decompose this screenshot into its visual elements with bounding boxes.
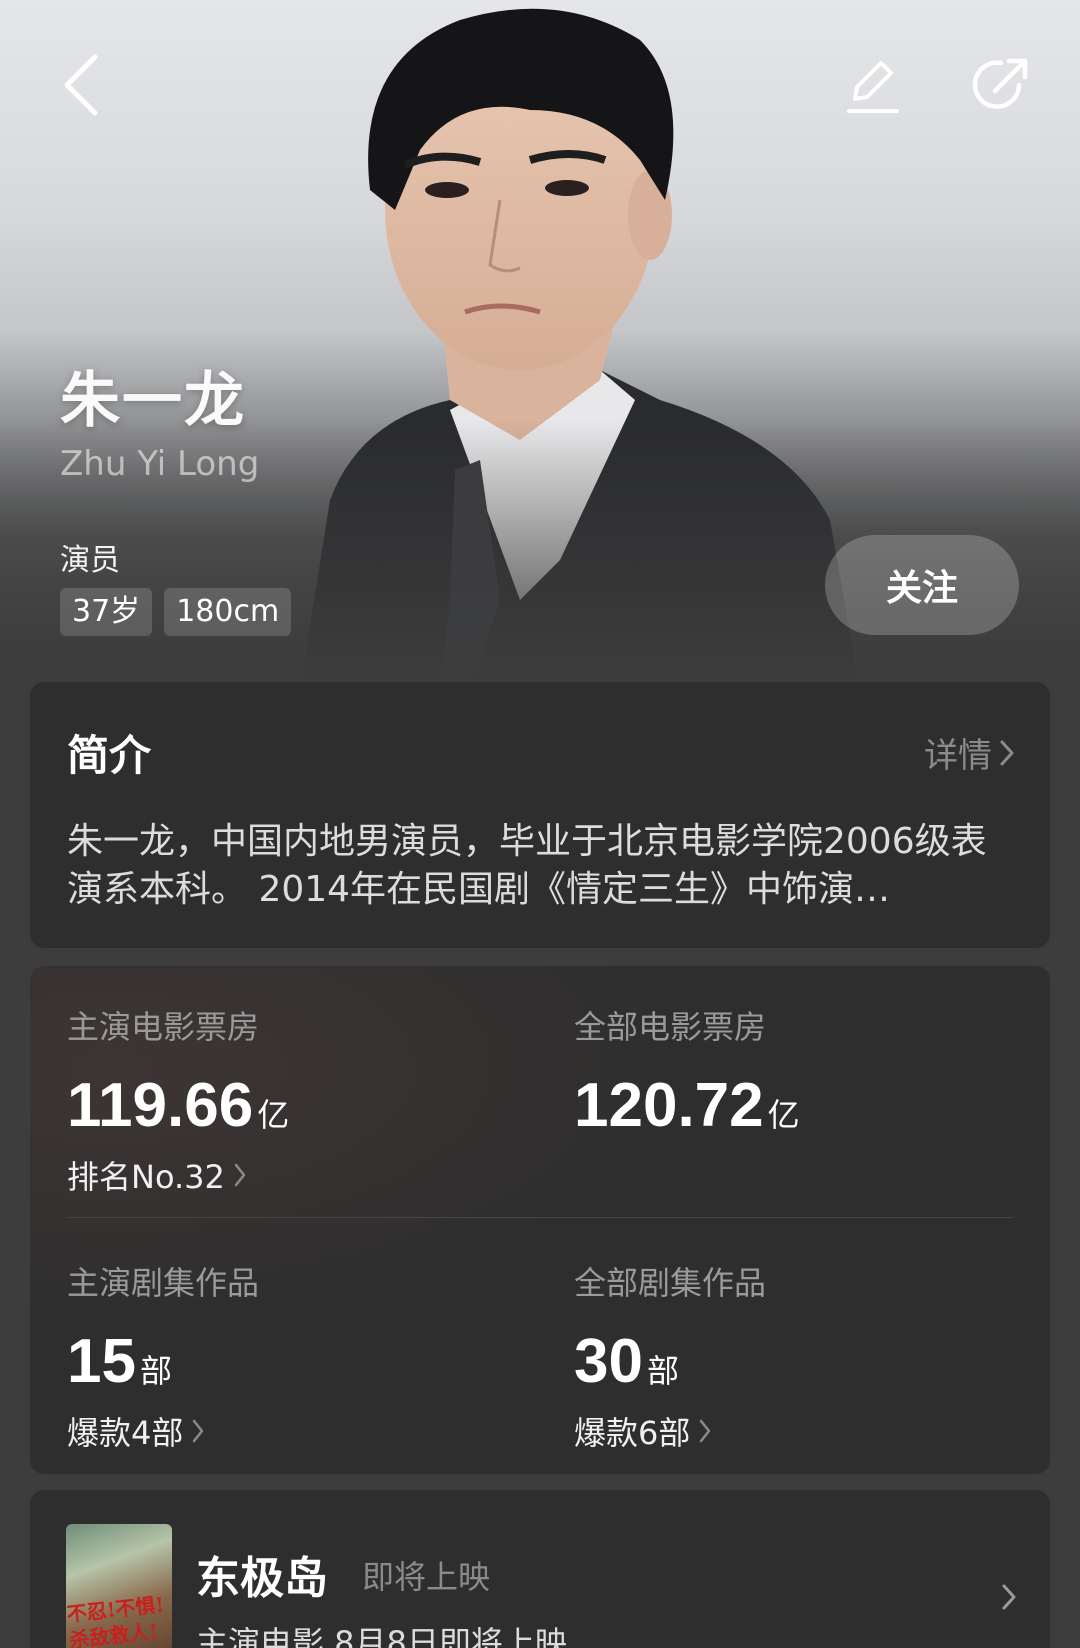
actor-role: 演员 xyxy=(60,543,120,578)
profile-tags: 37岁 180cm xyxy=(60,588,292,636)
stat-label: 全部剧集作品 xyxy=(574,1264,767,1302)
follow-button[interactable]: 关注 xyxy=(825,535,1019,635)
stat-lead-series: 主演剧集作品 15 部 爆款4部 xyxy=(67,1258,507,1454)
profile-hero: 朱一龙 Zhu Yi Long 演员 37岁 180cm 关注 xyxy=(0,0,1080,690)
height-tag: 180cm xyxy=(164,588,292,636)
hit-series-link[interactable]: 爆款6部 xyxy=(574,1408,1014,1454)
stat-number: 119.66 xyxy=(67,1071,254,1140)
movie-poster: 不忍!不惧!杀敌救人! xyxy=(66,1524,172,1648)
actor-name-english: Zhu Yi Long xyxy=(60,444,260,484)
stat-unit: 部 xyxy=(139,1352,172,1390)
chevron-right-icon xyxy=(234,1163,246,1187)
movie-subtitle: 主演电影 8月8日即将上映 xyxy=(196,1624,567,1648)
stat-number: 15 xyxy=(67,1327,136,1396)
pencil-icon xyxy=(847,61,899,113)
stat-all-series: 全部剧集作品 30 部 爆款6部 xyxy=(574,1258,1014,1454)
hit-series-label: 爆款4部 xyxy=(67,1414,184,1452)
poster-text: 不忍!不惧!杀敌救人! xyxy=(66,1592,166,1648)
intro-title: 简介 xyxy=(67,731,152,780)
hit-series-link[interactable]: 爆款4部 xyxy=(67,1408,507,1454)
share-button[interactable] xyxy=(966,50,1036,120)
stat-number: 120.72 xyxy=(574,1071,764,1140)
intro-card[interactable]: 简介 详情 朱一龙，中国内地男演员，毕业于北京电影学院2006级表演系本科。 2… xyxy=(30,682,1050,948)
stat-unit: 亿 xyxy=(257,1096,290,1134)
stat-unit: 部 xyxy=(646,1352,679,1390)
stat-unit: 亿 xyxy=(767,1096,800,1134)
stat-label: 主演剧集作品 xyxy=(67,1264,260,1302)
stat-all-box-office: 全部电影票房 120.72 亿 xyxy=(574,1002,1014,1140)
upcoming-movie-card[interactable]: 不忍!不惧!杀敌救人! 东极岛 即将上映 主演电影 8月8日即将上映 xyxy=(30,1490,1050,1648)
stat-value: 120.72 亿 xyxy=(574,1070,1014,1140)
stats-divider xyxy=(67,1217,1013,1218)
stat-value: 15 部 xyxy=(67,1326,507,1396)
chevron-right-icon xyxy=(193,1419,204,1443)
chevron-right-icon xyxy=(700,1419,711,1443)
chevron-right-icon[interactable] xyxy=(1000,1582,1018,1612)
ranking-label: 排名No.32 xyxy=(67,1158,225,1196)
stats-card: 主演电影票房 119.66 亿 排名No.32 全部电影票房 120.72 亿 … xyxy=(30,966,1050,1474)
chevron-left-icon xyxy=(64,54,98,116)
stat-label: 全部电影票房 xyxy=(574,1008,767,1046)
stat-value: 119.66 亿 xyxy=(67,1070,507,1140)
stat-number: 30 xyxy=(574,1327,643,1396)
share-icon xyxy=(972,58,1028,109)
intro-details-label: 详情 xyxy=(924,736,992,776)
movie-title: 东极岛 xyxy=(196,1553,328,1604)
ranking-link[interactable]: 排名No.32 xyxy=(67,1152,507,1198)
movie-status: 即将上映 xyxy=(362,1558,491,1596)
age-tag: 37岁 xyxy=(60,588,153,636)
stat-lead-box-office: 主演电影票房 119.66 亿 排名No.32 xyxy=(67,1002,507,1198)
edit-button[interactable] xyxy=(838,50,908,120)
stat-value: 30 部 xyxy=(574,1326,1014,1396)
actor-name: 朱一龙 xyxy=(60,366,246,436)
hit-series-label: 爆款6部 xyxy=(574,1414,691,1452)
intro-details-link[interactable]: 详情 xyxy=(924,728,1016,777)
back-button[interactable] xyxy=(46,50,116,120)
chevron-right-icon xyxy=(1000,740,1014,765)
stat-label: 主演电影票房 xyxy=(67,1008,260,1046)
intro-text: 朱一龙，中国内地男演员，毕业于北京电影学院2006级表演系本科。 2014年在民… xyxy=(67,821,987,910)
